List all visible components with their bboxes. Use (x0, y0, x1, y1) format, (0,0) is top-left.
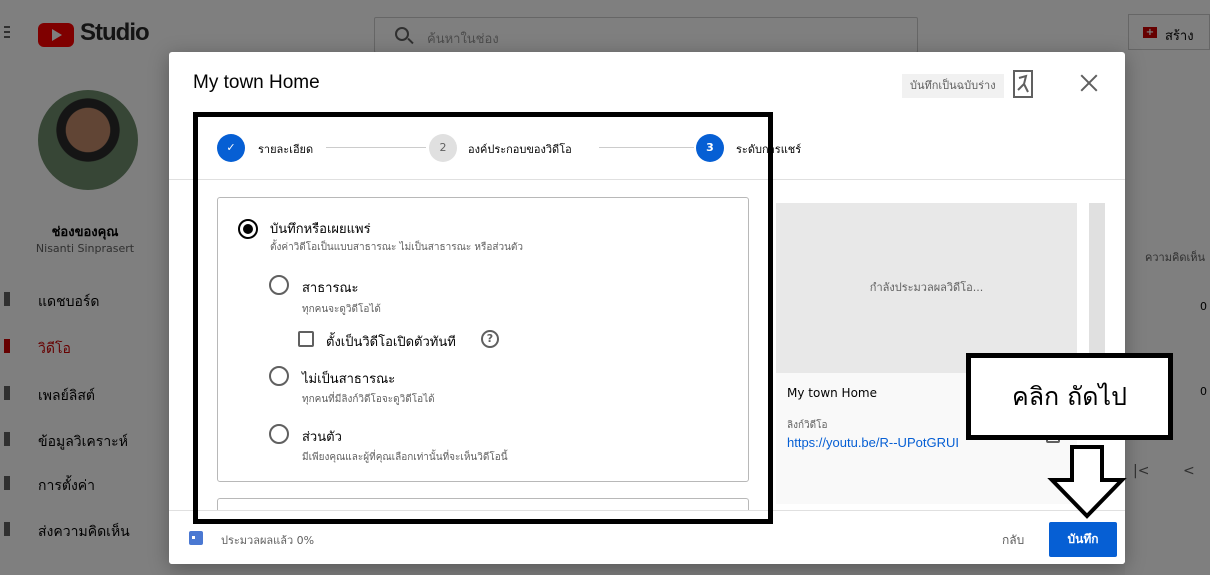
close-icon[interactable] (1078, 72, 1100, 94)
processing-text: กำลังประมวลผลวิดีโอ... (869, 281, 984, 294)
processing-icon (189, 531, 206, 545)
processing-status: ประมวลผลแล้ว 0% (221, 534, 315, 547)
video-link[interactable]: https://youtu.be/R--UPotGRUI (787, 435, 959, 450)
dialog-title: My town Home (193, 72, 320, 93)
save-button[interactable]: บันทึก (1049, 522, 1117, 557)
video-thumbnail: กำลังประมวลผลวิดีโอ... (776, 203, 1077, 373)
back-button[interactable]: กลับ (1002, 531, 1024, 550)
down-arrow-icon (1047, 445, 1127, 519)
send-feedback-icon[interactable] (1012, 70, 1034, 98)
annotation-highlight-box (193, 112, 773, 524)
save-draft-chip[interactable]: บันทึกเป็นฉบับร่าง (902, 74, 1004, 98)
preview-title: My town Home (787, 386, 877, 400)
video-link-label: ลิงก์วิดีโอ (787, 420, 828, 431)
annotation-callout: คลิก ถัดไป (966, 353, 1173, 440)
